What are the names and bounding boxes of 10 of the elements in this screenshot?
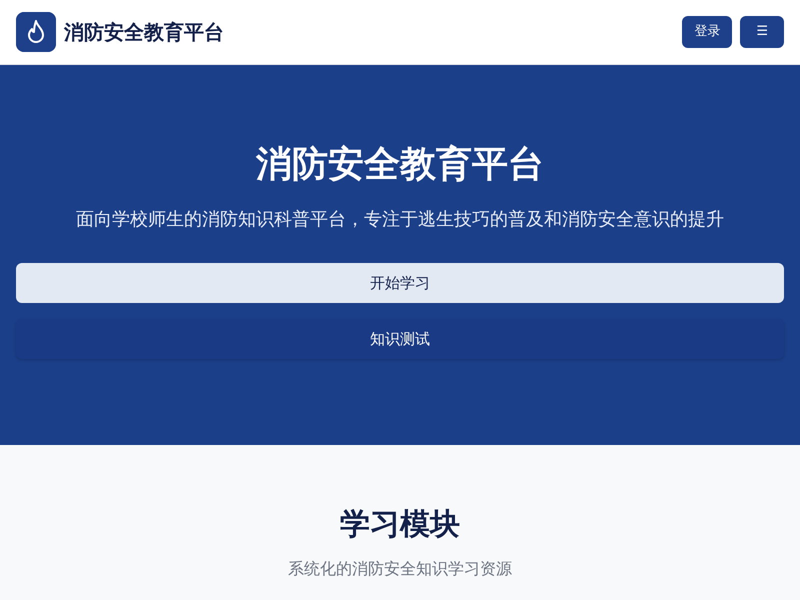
logo-icon: [16, 12, 56, 52]
quiz-button[interactable]: 知识测试: [16, 319, 784, 360]
section-title: 学习模块: [339, 507, 461, 543]
brand-title: 消防安全教育平台: [64, 19, 224, 46]
start-learning-button[interactable]: 开始学习: [16, 263, 784, 304]
login-button[interactable]: 登录: [682, 16, 732, 48]
menu-button[interactable]: ☰: [740, 16, 784, 48]
hero-subtitle: 面向学校师生的消防知识科普平台，专注于逃生技巧的普及和消防安全意识的提升: [75, 208, 725, 232]
section-subtitle: 系统化的消防安全知识学习资源: [287, 558, 513, 580]
hero-title: 消防安全教育平台: [254, 143, 545, 186]
